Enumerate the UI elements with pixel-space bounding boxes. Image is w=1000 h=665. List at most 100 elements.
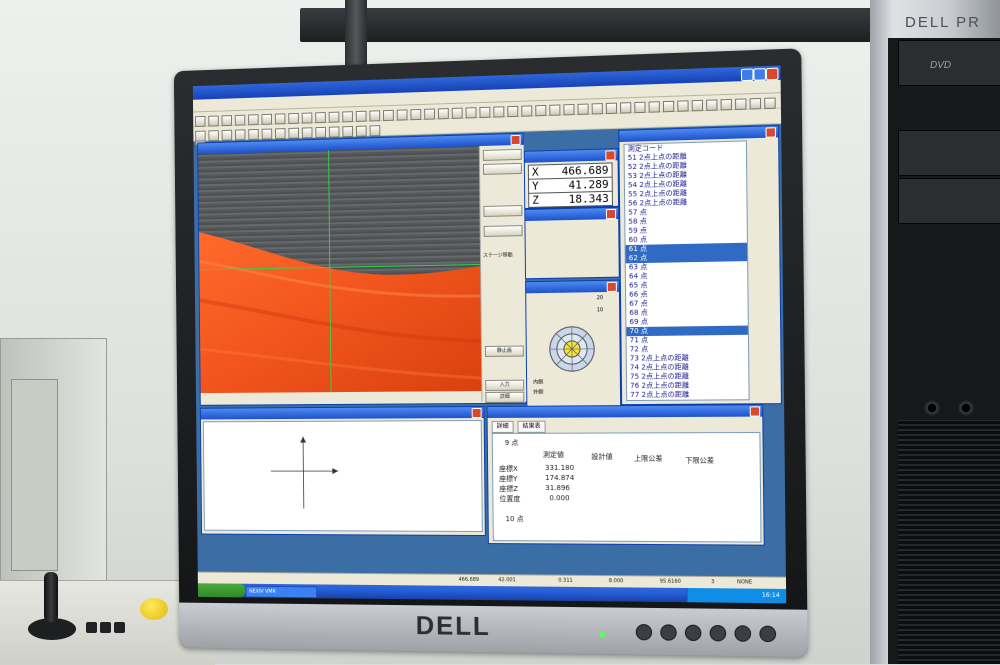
tool-icon[interactable]: [342, 126, 353, 137]
close-icon[interactable]: [606, 209, 616, 219]
maximize-icon[interactable]: [753, 68, 766, 81]
tool-icon[interactable]: [248, 129, 259, 140]
tool-icon[interactable]: [195, 131, 205, 142]
ring-light-selector[interactable]: [549, 326, 596, 373]
tool-icon[interactable]: [356, 126, 367, 137]
tool-icon[interactable]: [222, 130, 233, 141]
still-image-button[interactable]: 静止画: [485, 346, 524, 357]
detail-button[interactable]: 詳細: [485, 392, 524, 403]
audio-jack-icon[interactable]: [958, 400, 974, 416]
tool-icon[interactable]: [261, 114, 272, 125]
tool-icon[interactable]: [248, 114, 259, 125]
console-key[interactable]: [114, 622, 125, 633]
tool-icon[interactable]: [735, 98, 747, 110]
tool-icon[interactable]: [369, 110, 380, 121]
tool-icon[interactable]: [315, 127, 326, 138]
close-icon[interactable]: [511, 135, 521, 145]
tool-icon[interactable]: [521, 105, 532, 116]
tool-icon[interactable]: [356, 111, 367, 122]
tool-icon[interactable]: [383, 110, 394, 121]
tool-icon[interactable]: [342, 111, 353, 122]
close-icon[interactable]: [605, 150, 615, 160]
close-icon[interactable]: [766, 68, 779, 81]
tool-icon[interactable]: [235, 115, 246, 126]
console-key[interactable]: [100, 622, 111, 633]
monitor-button[interactable]: [710, 625, 727, 642]
tool-icon[interactable]: [275, 128, 286, 139]
tab-results[interactable]: 結果表: [518, 421, 546, 433]
tool-icon[interactable]: [577, 104, 588, 115]
results-window: 詳細 結果表 9 点 測定値 設計値 上限公差 下限公差 座標X 331.180…: [486, 404, 764, 545]
tool-icon[interactable]: [302, 112, 313, 123]
tool-icon[interactable]: [397, 109, 408, 120]
tool-icon[interactable]: [535, 105, 546, 116]
tool-icon[interactable]: [721, 99, 733, 111]
tool-icon[interactable]: [424, 109, 435, 120]
tool-icon[interactable]: [563, 104, 574, 115]
tool-icon[interactable]: [634, 102, 645, 114]
tower-grill: [898, 420, 1000, 664]
tool-icon[interactable]: [275, 113, 286, 124]
tool-icon[interactable]: [195, 116, 205, 127]
tool-icon[interactable]: [479, 107, 490, 118]
tool-icon[interactable]: [663, 101, 674, 113]
minimize-icon[interactable]: [741, 69, 754, 82]
joystick[interactable]: [44, 572, 58, 622]
close-icon[interactable]: [750, 406, 761, 416]
tool-icon[interactable]: [549, 104, 560, 115]
console-key[interactable]: [86, 622, 97, 633]
results-table: 9 点 測定値 設計値 上限公差 下限公差 座標X 331.180 座標Y 17…: [492, 432, 762, 543]
camera-image[interactable]: [198, 146, 481, 393]
tool-icon[interactable]: [692, 100, 703, 112]
tool-icon[interactable]: [706, 99, 717, 111]
tool-icon[interactable]: [438, 108, 449, 119]
status-value: 95.6160: [660, 579, 681, 585]
tool-icon[interactable]: [466, 107, 477, 118]
tool-icon[interactable]: [208, 130, 219, 141]
monitor-button[interactable]: [636, 624, 653, 640]
close-icon[interactable]: [472, 408, 482, 418]
side-control-button[interactable]: [483, 205, 522, 217]
measurement-list[interactable]: 測定コード 51 2点上点の距離52 2点上点の距離53 2点上点の距離54 2…: [623, 140, 749, 401]
monitor-button[interactable]: [685, 625, 702, 642]
tool-icon[interactable]: [221, 115, 232, 126]
close-icon[interactable]: [765, 127, 776, 138]
tool-icon[interactable]: [410, 109, 421, 120]
tool-icon[interactable]: [329, 126, 340, 137]
tool-icon[interactable]: [592, 103, 603, 114]
tool-icon[interactable]: [452, 108, 463, 119]
tool-icon[interactable]: [208, 116, 219, 127]
side-control-button[interactable]: [484, 225, 523, 237]
input-button[interactable]: 入力: [485, 380, 524, 391]
audio-jack-icon[interactable]: [924, 400, 940, 416]
monitor-button[interactable]: [734, 625, 751, 642]
side-control-button[interactable]: [483, 163, 522, 175]
tool-icon[interactable]: [302, 127, 313, 138]
tab-detail[interactable]: 詳細: [492, 421, 514, 433]
tool-icon[interactable]: [493, 106, 504, 117]
tool-icon[interactable]: [262, 129, 273, 140]
graphic-canvas[interactable]: [203, 420, 483, 532]
tool-icon[interactable]: [370, 125, 381, 136]
tool-icon[interactable]: [288, 113, 299, 124]
tool-icon[interactable]: [606, 103, 617, 114]
tool-icon[interactable]: [507, 106, 518, 117]
stage-move-checkbox[interactable]: ステージ移動: [483, 251, 513, 259]
emergency-yellow-button[interactable]: [140, 598, 168, 620]
tool-icon[interactable]: [288, 128, 299, 139]
tool-icon[interactable]: [620, 102, 631, 113]
tool-icon[interactable]: [677, 100, 688, 112]
tool-icon[interactable]: [649, 101, 660, 113]
taskbar-app-item[interactable]: NEXIV VMR: [245, 586, 317, 599]
start-button[interactable]: [198, 583, 246, 597]
tool-icon[interactable]: [235, 129, 246, 140]
close-icon[interactable]: [607, 282, 617, 292]
monitor-button[interactable]: [660, 624, 677, 640]
tool-icon[interactable]: [764, 97, 776, 109]
tool-icon[interactable]: [750, 98, 762, 110]
side-control-button[interactable]: [483, 149, 522, 161]
tool-icon[interactable]: [315, 112, 326, 123]
power-button[interactable]: [759, 626, 776, 643]
tool-icon[interactable]: [329, 112, 340, 123]
list-item[interactable]: 78 2点上点の距離: [627, 399, 748, 401]
